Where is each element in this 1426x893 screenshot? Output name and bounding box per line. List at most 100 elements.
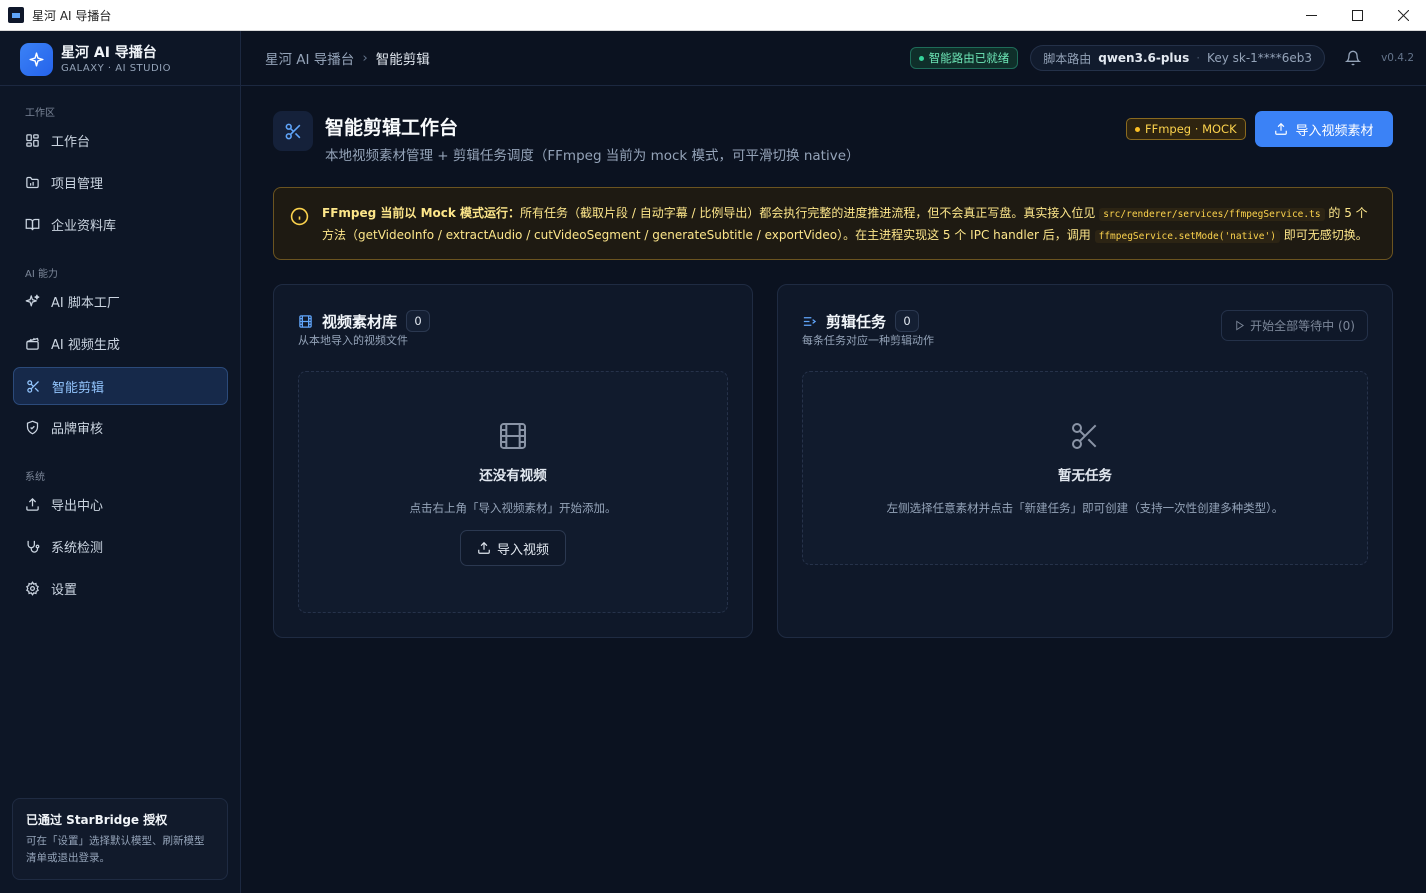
- version-label: v0.4.2: [1381, 52, 1414, 64]
- video-count-badge: 0: [406, 310, 431, 332]
- sidebar-item-export[interactable]: 导出中心: [13, 485, 228, 523]
- mode-badge-text: FFmpeg · MOCK: [1145, 122, 1237, 136]
- stethoscope-icon: [27, 540, 40, 553]
- app-icon: [8, 7, 24, 23]
- gear-icon: [26, 580, 39, 596]
- import-video-button[interactable]: 导入视频: [459, 530, 566, 566]
- auth-title: 已通过 StarBridge 授权: [26, 813, 168, 827]
- maximize-icon[interactable]: [1334, 0, 1380, 31]
- mode-dot: [1135, 126, 1140, 132]
- ffmpeg-mode-badge: FFmpeg · MOCK: [1126, 118, 1246, 140]
- sidebar-item-label: 智能剪辑: [52, 380, 105, 396]
- sidebar-item-projects[interactable]: 项目管理: [13, 163, 228, 201]
- sidebar-item-knowledge-base[interactable]: 企业资料库: [13, 205, 228, 243]
- panel-desc: 每条任务对应一种剪辑动作: [802, 334, 934, 347]
- sidebar-item-label: AI 脚本工厂: [51, 295, 120, 311]
- brand[interactable]: 星河 AI 导播台 GALAXY · AI STUDIO: [20, 43, 171, 76]
- import-video-assets-button[interactable]: 导入视频素材: [1255, 111, 1393, 147]
- scissors-icon: [27, 379, 39, 393]
- sidebar-item-label: 品牌审核: [51, 421, 104, 437]
- section-label-workspace: 工作区: [25, 108, 55, 119]
- sidebar-item-diagnostics[interactable]: 系统检测: [13, 527, 228, 565]
- minimize-icon[interactable]: [1288, 0, 1334, 31]
- sidebar-item-label: 导出中心: [51, 498, 104, 514]
- upload-icon: [1275, 122, 1288, 135]
- video-library-panel: 视频素材库 0 从本地导入的视频文件 还没有视频 点击右上角「导入视频素材」开始…: [273, 284, 753, 638]
- sidebar-item-label: AI 视频生成: [51, 337, 120, 353]
- sidebar-item-script-factory[interactable]: AI 脚本工厂: [13, 282, 228, 320]
- router-status-text: 智能路由已就绪: [928, 51, 1010, 65]
- panel-title: 剪辑任务: [826, 312, 887, 331]
- upload-icon: [26, 497, 39, 511]
- shield-icon: [26, 420, 39, 434]
- notice-text-1: 所有任务（截取片段 / 自动字幕 / 比例导出）都会执行完整的进度推进流程，但不…: [520, 206, 1096, 220]
- topbar: 星河 AI 导播台 › 智能剪辑 智能路由已就绪 脚本路由 qwen3.6-pl…: [241, 31, 1426, 86]
- upload-icon: [478, 541, 490, 554]
- notice-code-path: src/renderer/services/ffmpegService.ts: [1099, 208, 1325, 221]
- book-icon: [25, 218, 40, 230]
- list-icon: [803, 316, 817, 326]
- breadcrumb-root[interactable]: 星河 AI 导播台: [265, 48, 354, 68]
- notice-code-setmode: ffmpegService.setMode('native'): [1094, 230, 1280, 243]
- empty-title: 暂无任务: [1058, 468, 1112, 484]
- play-icon: [1236, 320, 1245, 331]
- sidebar-item-label: 企业资料库: [51, 218, 117, 234]
- scissors-icon: [273, 111, 313, 151]
- start-all-label: 开始全部等待中 (0): [1250, 319, 1355, 333]
- clapperboard-icon: [26, 337, 39, 350]
- scissors-icon: [1072, 423, 1097, 449]
- chevron-right-icon: ›: [362, 50, 368, 66]
- info-icon: [290, 207, 309, 226]
- window-title: 星河 AI 导播台: [32, 8, 112, 23]
- page-subtitle: 本地视频素材管理 + 剪辑任务调度（FFmpeg 当前为 mock 模式，可平滑…: [325, 148, 860, 164]
- script-route-pill[interactable]: 脚本路由 qwen3.6-plus · Key sk-1****6eb3: [1030, 45, 1326, 71]
- import-video-label: 导入视频: [496, 542, 549, 558]
- sidebar-item-video-generation[interactable]: AI 视频生成: [13, 324, 228, 362]
- breadcrumb-current: 智能剪辑: [375, 52, 430, 68]
- video-empty-state: 还没有视频 点击右上角「导入视频素材」开始添加。 导入视频: [298, 371, 728, 613]
- auth-desc: 可在「设置」选择默认模型、刷新模型清单或退出登录。: [26, 835, 205, 864]
- window-controls: [1288, 0, 1426, 30]
- route-key: Key sk-1****6eb3: [1207, 51, 1313, 65]
- route-separator: ·: [1196, 51, 1201, 65]
- close-icon[interactable]: [1380, 0, 1426, 31]
- router-status-badge: 智能路由已就绪: [909, 47, 1019, 69]
- section-label-ai: AI 能力: [25, 269, 58, 280]
- import-button-label: 导入视频素材: [1295, 123, 1374, 139]
- film-icon: [299, 314, 312, 328]
- empty-desc: 左侧选择任意素材并点击「新建任务」即可创建（支持一次性创建多种类型）。: [886, 501, 1284, 515]
- panel-desc: 从本地导入的视频文件: [298, 334, 408, 347]
- sidebar-item-label: 系统检测: [51, 540, 104, 556]
- sparkles-icon: [25, 294, 40, 306]
- empty-title: 还没有视频: [479, 468, 547, 484]
- task-count-badge: 0: [895, 310, 920, 332]
- empty-desc: 点击右上角「导入视频素材」开始添加。: [409, 501, 617, 515]
- breadcrumb: 星河 AI 导播台 › 智能剪辑: [265, 48, 430, 68]
- sidebar-item-label: 项目管理: [51, 176, 104, 192]
- sidebar-item-brand-review[interactable]: 品牌审核: [13, 408, 228, 446]
- status-dot: [918, 55, 924, 61]
- notice-lead: FFmpeg 当前以 Mock 模式运行：: [322, 206, 521, 220]
- bell-icon[interactable]: [1345, 50, 1362, 66]
- main-content: 智能剪辑工作台 本地视频素材管理 + 剪辑任务调度（FFmpeg 当前为 moc…: [241, 86, 1426, 893]
- notice-text-3: 即可无感切换。: [1283, 228, 1368, 242]
- sidebar-divider: [0, 85, 240, 86]
- film-icon: [500, 423, 526, 449]
- task-empty-state: 暂无任务 左侧选择任意素材并点击「新建任务」即可创建（支持一次性创建多种类型）。: [802, 371, 1368, 565]
- brand-name: 星河 AI 导播台: [61, 44, 157, 61]
- sidebar-item-dashboard[interactable]: 工作台: [13, 121, 228, 159]
- brand-subtitle: GALAXY · AI STUDIO: [61, 62, 171, 74]
- sidebar-item-settings[interactable]: 设置: [13, 569, 228, 607]
- sidebar: 星河 AI 导播台 GALAXY · AI STUDIO 工作区 工作台 项目管…: [0, 31, 241, 893]
- sidebar-item-label: 设置: [51, 582, 78, 598]
- route-model: qwen3.6-plus: [1098, 51, 1190, 65]
- sparkle-logo-icon: [20, 43, 53, 76]
- panel-title: 视频素材库: [322, 312, 398, 331]
- folder-icon: [26, 176, 39, 188]
- route-label: 脚本路由: [1043, 51, 1092, 66]
- sidebar-item-smart-edit[interactable]: 智能剪辑: [13, 367, 228, 405]
- mock-mode-notice: FFmpeg 当前以 Mock 模式运行：所有任务（截取片段 / 自动字幕 / …: [273, 187, 1393, 260]
- start-all-button[interactable]: 开始全部等待中 (0): [1221, 310, 1368, 341]
- edit-tasks-panel: 剪辑任务 0 每条任务对应一种剪辑动作 开始全部等待中 (0) 暂无任务 左侧选…: [777, 284, 1393, 638]
- window-titlebar: 星河 AI 导播台: [0, 0, 1426, 31]
